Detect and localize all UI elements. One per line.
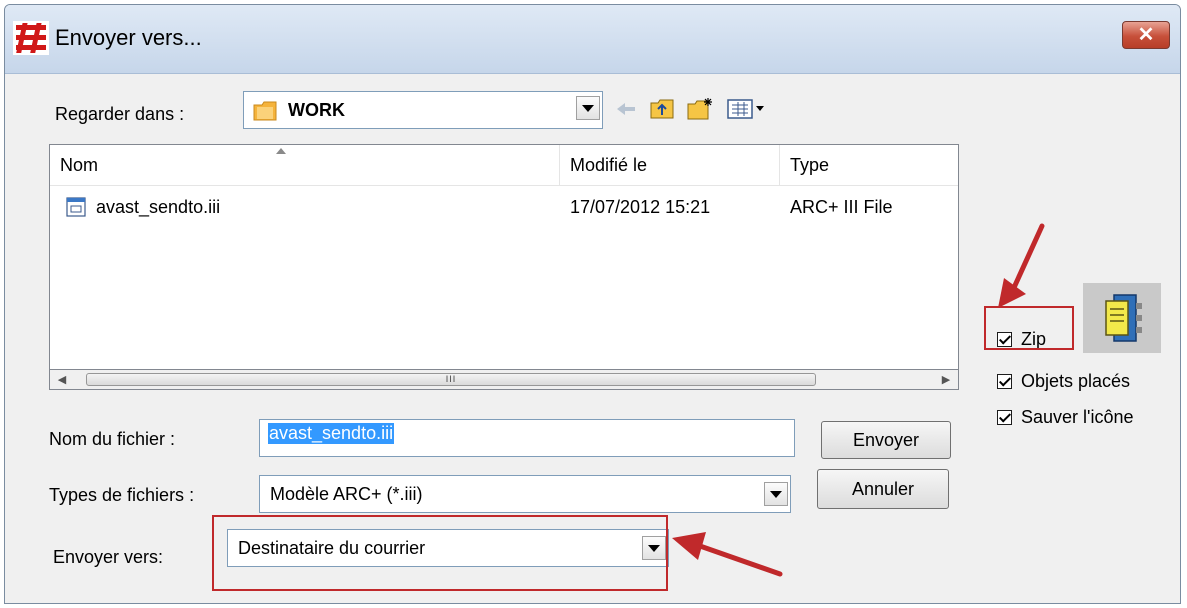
cancel-button[interactable]: Annuler <box>817 469 949 509</box>
sort-ascending-icon <box>276 148 286 154</box>
file-list-header: Nom Modifié le Type <box>50 145 958 186</box>
scrollbar-thumb[interactable]: III <box>86 373 816 386</box>
chevron-down-icon[interactable] <box>764 482 788 506</box>
placed-objects-label: Objets placés <box>1021 370 1131 391</box>
scroll-right-icon[interactable]: ▶ <box>936 372 956 388</box>
close-button[interactable]: ✕ <box>1122 21 1170 49</box>
look-in-dropdown[interactable]: WORK <box>243 91 603 129</box>
horizontal-scrollbar[interactable]: ◀ III ▶ <box>49 370 959 390</box>
view-menu-icon[interactable] <box>725 95 771 123</box>
back-arrow-icon[interactable] <box>613 95 639 123</box>
column-header-name[interactable]: Nom <box>50 145 560 185</box>
file-type-value: Modèle ARC+ (*.iii) <box>270 484 423 504</box>
send-to-highlight-box <box>212 515 668 591</box>
title-bar[interactable]: Envoyer vers... ✕ <box>5 5 1180 74</box>
file-list[interactable]: Nom Modifié le Type avast_sendto.iii 17/… <box>49 144 959 370</box>
file-type-dropdown[interactable]: Modèle ARC+ (*.iii) <box>259 475 791 513</box>
look-in-value: WORK <box>288 100 345 120</box>
look-in-label: Regarder dans : <box>55 104 185 124</box>
file-modified-cell: 17/07/2012 15:21 <box>570 197 711 217</box>
scroll-left-icon[interactable]: ◀ <box>52 372 72 388</box>
file-name-cell: avast_sendto.iii <box>96 197 221 217</box>
file-type-cell: ARC+ III File <box>790 197 893 217</box>
folder-icon <box>253 101 277 121</box>
placed-objects-checkbox[interactable]: Objets placés <box>997 369 1130 393</box>
zip-archive-icon <box>1083 283 1161 353</box>
window-title: Envoyer vers... <box>55 25 202 50</box>
arrow-to-zip-icon <box>998 223 1045 308</box>
up-folder-icon[interactable] <box>647 95 677 123</box>
send-button[interactable]: Envoyer <box>821 421 951 459</box>
send-to-label: Envoyer vers: <box>53 547 164 567</box>
file-name-label: Nom du fichier : <box>49 429 176 449</box>
save-icon-checkbox[interactable]: Sauver l'icône <box>997 405 1134 429</box>
column-header-modified[interactable]: Modifié le <box>560 145 780 185</box>
iii-file-icon <box>66 197 86 217</box>
file-name-input[interactable]: avast_sendto.iii <box>259 419 795 457</box>
chevron-down-icon[interactable] <box>576 96 600 120</box>
column-header-type[interactable]: Type <box>780 145 958 185</box>
arrow-to-send-to-icon <box>672 532 783 577</box>
file-name-value: avast_sendto.iii <box>268 423 395 444</box>
file-type-label: Types de fichiers : <box>49 485 195 505</box>
arc-app-icon <box>13 21 49 55</box>
new-folder-icon[interactable] <box>685 95 715 123</box>
checkbox-checked-icon <box>997 373 1012 389</box>
save-icon-label: Sauver l'icône <box>1021 406 1134 427</box>
checkbox-checked-icon <box>997 409 1012 425</box>
